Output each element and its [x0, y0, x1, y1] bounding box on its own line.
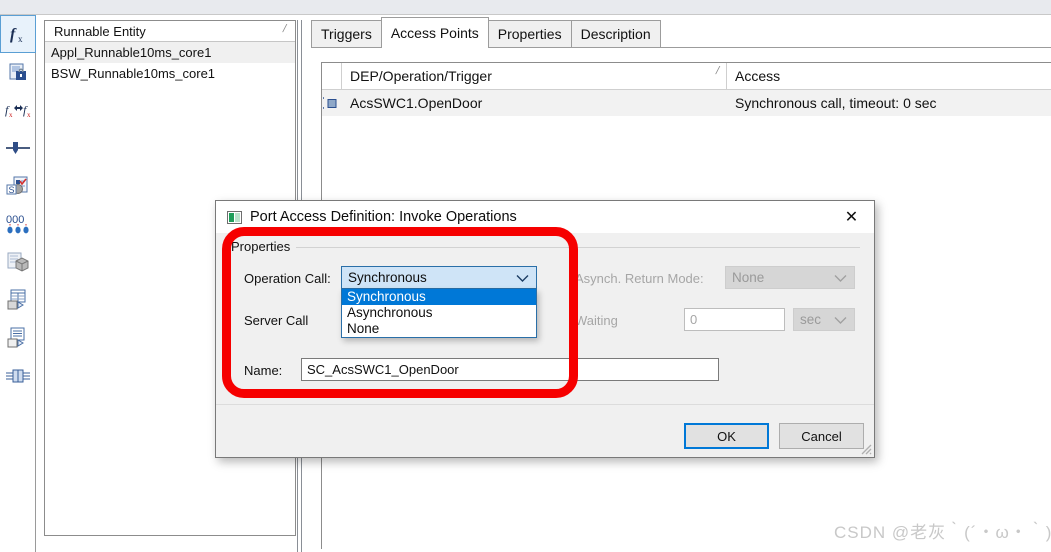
function-fx-icon: f x — [7, 23, 29, 45]
dialog-footer: OK Cancel — [216, 404, 874, 457]
properties-group: Properties Operation Call: Synchronous S… — [230, 239, 860, 399]
sort-indicator-icon: / — [281, 23, 288, 35]
rail-button-connectors[interactable] — [0, 357, 36, 395]
dropdown-option-asynchronous[interactable]: Asynchronous — [342, 305, 536, 321]
resize-grip-icon[interactable] — [858, 441, 872, 455]
ok-button[interactable]: OK — [684, 423, 769, 449]
cancel-button-label: Cancel — [801, 428, 842, 444]
svg-text:x: x — [27, 111, 31, 119]
application-window: f x f x f x S 000 Runnable Entity / Appl… — [0, 0, 1051, 552]
server-call-label: Server Call — [244, 313, 309, 328]
svg-text:x: x — [18, 34, 23, 44]
chevron-down-icon — [834, 313, 847, 328]
list-item[interactable]: Appl_Runnable10ms_core1 — [45, 42, 295, 63]
left-tool-rail: f x f x f x S 000 — [0, 15, 36, 552]
rail-button-port-mappings[interactable] — [0, 319, 36, 357]
waiting-unit-combo[interactable]: sec — [793, 308, 855, 331]
asynch-return-mode-value: None — [732, 270, 765, 285]
dialog-title-bar[interactable]: Port Access Definition: Invoke Operation… — [216, 201, 874, 233]
tab-label: Access Points — [390, 25, 479, 41]
cell-operation-text: AcsSWC1.OpenDoor — [350, 95, 483, 111]
ok-button-label: OK — [717, 428, 736, 444]
table-transfer-icon — [6, 289, 30, 311]
dropdown-option-none[interactable]: None — [342, 321, 536, 337]
name-label: Name: — [244, 363, 283, 378]
tab-label: Properties — [497, 26, 562, 42]
waiting-input[interactable]: 0 — [684, 308, 785, 331]
asynch-return-mode-combo[interactable]: None — [725, 266, 855, 289]
rail-button-function-fx[interactable]: f x — [0, 15, 36, 53]
column-header-access[interactable]: Access — [727, 63, 1051, 89]
svg-text:f: f — [10, 26, 17, 43]
list-item[interactable]: BSW_Runnable10ms_core1 — [45, 63, 295, 84]
cancel-button[interactable]: Cancel — [779, 423, 864, 449]
rail-button-data-mappings[interactable] — [0, 281, 36, 319]
table-gutter-header — [322, 63, 342, 89]
cell-operation: AcsSWC1.OpenDoor — [342, 90, 727, 116]
rail-button-compositions[interactable] — [0, 243, 36, 281]
package-document-icon — [6, 251, 30, 273]
tab-description[interactable]: Description — [570, 20, 661, 47]
group-divider — [230, 247, 860, 248]
tab-label: Description — [580, 26, 651, 42]
rail-button-constants[interactable]: 000 — [0, 205, 36, 243]
group-title-label: Properties — [231, 239, 297, 254]
svg-text:S: S — [9, 185, 15, 195]
window-top-strip — [0, 0, 1051, 15]
locked-document-icon — [7, 61, 29, 83]
dialog-body: Properties Operation Call: Synchronous S… — [216, 233, 874, 403]
svg-text:000: 000 — [6, 214, 24, 226]
table-row[interactable]: AcsSWC1.OpenDoor Synchronous call, timeo… — [322, 90, 1051, 116]
dropdown-option-synchronous[interactable]: Synchronous — [342, 289, 536, 305]
chevron-down-icon — [516, 271, 529, 286]
table-header-row: DEP/Operation/Trigger / Access — [322, 63, 1051, 90]
cell-access: Synchronous call, timeout: 0 sec — [727, 90, 1051, 116]
tab-label: Triggers — [321, 26, 372, 42]
triple-zero-icon: 000 — [5, 213, 31, 235]
operation-call-combo[interactable]: Synchronous — [341, 266, 537, 289]
chevron-down-icon — [834, 271, 847, 286]
column-header-label: DEP/Operation/Trigger — [350, 68, 492, 84]
asynch-return-mode-label: Asynch. Return Mode: — [575, 271, 704, 286]
server-call-point-icon — [322, 90, 342, 116]
rail-button-fx-to-fx[interactable]: f x f x — [0, 91, 36, 129]
fx-to-fx-icon: f x f x — [5, 100, 31, 120]
green-square-icon — [227, 210, 242, 224]
list-transfer-icon — [6, 327, 30, 349]
runnable-entity-column-header[interactable]: Runnable Entity / — [45, 21, 295, 42]
rail-button-exclusive-area[interactable] — [0, 129, 36, 167]
operation-call-label: Operation Call: — [244, 271, 331, 286]
waiting-value: 0 — [690, 312, 698, 327]
cell-access-text: Synchronous call, timeout: 0 sec — [735, 95, 937, 111]
close-icon[interactable]: ✕ — [829, 201, 874, 232]
runnable-entity-label: Appl_Runnable10ms_core1 — [51, 45, 212, 60]
operation-call-dropdown-list[interactable]: Synchronous Asynchronous None — [341, 289, 537, 338]
rail-button-per-instance-memory[interactable]: S — [0, 167, 36, 205]
operation-call-value: Synchronous — [348, 270, 427, 285]
name-value: SC_AcsSWC1_OpenDoor — [307, 362, 459, 377]
rail-button-locked-document[interactable] — [0, 53, 36, 91]
port-access-definition-dialog: Port Access Definition: Invoke Operation… — [215, 200, 875, 458]
s-check-document-icon: S — [6, 175, 30, 197]
tab-bar: Triggers Access Points Properties Descri… — [311, 17, 1051, 48]
tab-properties[interactable]: Properties — [487, 20, 572, 47]
runnable-entity-label: BSW_Runnable10ms_core1 — [51, 66, 216, 81]
slider-icon — [5, 140, 31, 156]
runnable-entity-header-label: Runnable Entity — [54, 23, 146, 39]
watermark-text: CSDN @老灰｀(´・ω・｀)｀ — [834, 523, 1051, 542]
tab-access-points[interactable]: Access Points — [380, 17, 489, 48]
waiting-label: Waiting — [575, 313, 618, 328]
column-header-operation[interactable]: DEP/Operation/Trigger / — [342, 63, 727, 89]
waiting-unit-value: sec — [800, 312, 822, 327]
tab-triggers[interactable]: Triggers — [311, 20, 382, 47]
sort-indicator-icon: / — [714, 65, 721, 77]
connector-icon — [5, 366, 31, 386]
dialog-title: Port Access Definition: Invoke Operation… — [250, 209, 517, 225]
column-header-label: Access — [735, 68, 781, 84]
name-input[interactable]: SC_AcsSWC1_OpenDoor — [301, 358, 719, 381]
svg-text:x: x — [9, 111, 13, 119]
